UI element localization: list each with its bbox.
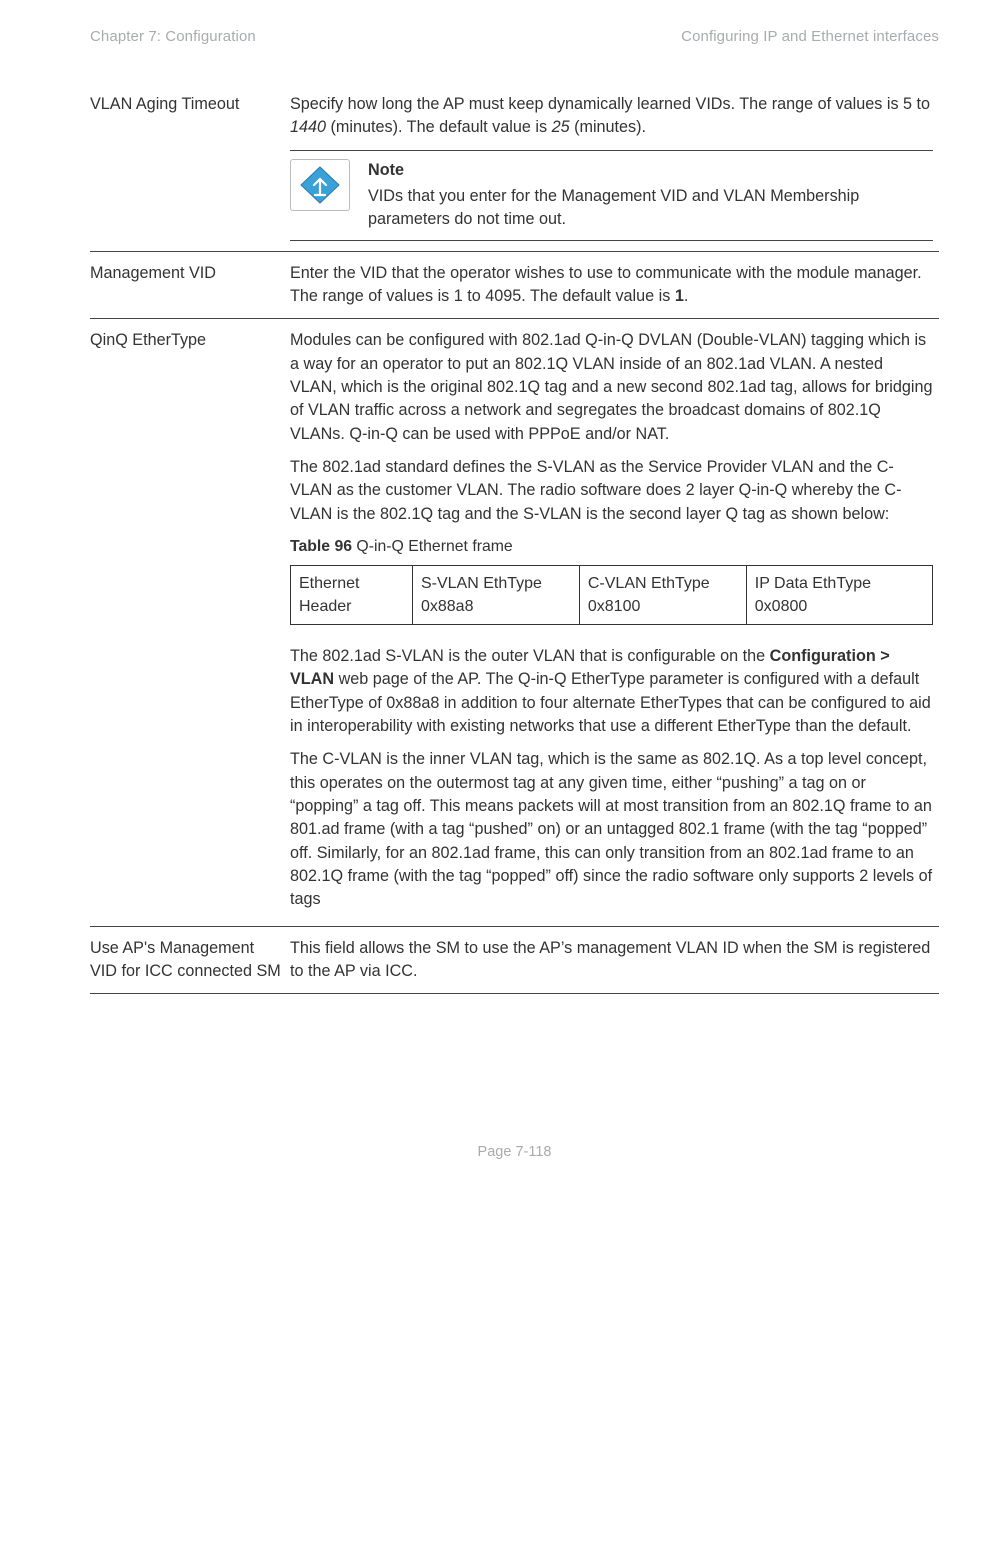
paragraph: Modules can be configured with 802.1ad Q… [290, 329, 933, 446]
row-desc: Specify how long the AP must keep dynami… [290, 83, 939, 251]
text: The 802.1ad S-VLAN is the outer VLAN tha… [290, 647, 770, 665]
note-title: Note [368, 159, 933, 182]
table-caption: Table 96 Q-in-Q Ethernet frame [290, 536, 933, 559]
row-label: QinQ EtherType [90, 319, 290, 926]
frame-cell: C-VLAN EthType 0x8100 [579, 565, 746, 624]
row-desc: Modules can be configured with 802.1ad Q… [290, 319, 939, 926]
frame-cell: IP Data EthType 0x0800 [746, 565, 932, 624]
text: Enter the VID that the operator wishes t… [290, 264, 922, 305]
text-bold: 1 [675, 287, 684, 305]
row-use-ap-mgmt-vid: Use AP's Management VID for ICC connecte… [90, 926, 939, 994]
text: . [684, 287, 689, 305]
row-label: VLAN Aging Timeout [90, 83, 290, 251]
text-italic: 25 [552, 118, 570, 136]
text: web page of the AP. The Q-in-Q EtherType… [290, 670, 931, 735]
row-label: Use AP's Management VID for ICC connecte… [90, 926, 290, 994]
page-body: Chapter 7: Configuration Configuring IP … [0, 0, 999, 1184]
note-icon [290, 159, 350, 211]
row-management-vid: Management VID Enter the VID that the op… [90, 251, 939, 319]
row-qinq-ethertype: QinQ EtherType Modules can be configured… [90, 319, 939, 926]
paragraph: The C-VLAN is the inner VLAN tag, which … [290, 748, 933, 911]
page-header: Chapter 7: Configuration Configuring IP … [90, 28, 939, 45]
parameters-table: VLAN Aging Timeout Specify how long the … [90, 83, 939, 994]
paragraph: The 802.1ad S-VLAN is the outer VLAN tha… [290, 645, 933, 738]
text: (minutes). The default value is [326, 118, 552, 136]
note-block: Note VIDs that you enter for the Managem… [290, 150, 933, 241]
header-right: Configuring IP and Ethernet interfaces [681, 28, 939, 45]
row-desc: Enter the VID that the operator wishes t… [290, 251, 939, 319]
row-desc: This field allows the SM to use the AP’s… [290, 926, 939, 994]
qinq-frame-table: Ethernet Header S-VLAN EthType 0x88a8 C-… [290, 565, 933, 625]
frame-cell: S-VLAN EthType 0x88a8 [412, 565, 579, 624]
page-footer: Page 7-118 [90, 1144, 939, 1160]
paragraph: The 802.1ad standard defines the S-VLAN … [290, 456, 933, 526]
caption-rest: Q-in-Q Ethernet frame [352, 538, 513, 555]
text: (minutes). [570, 118, 646, 136]
paragraph: Specify how long the AP must keep dynami… [290, 93, 933, 140]
frame-cell: Ethernet Header [291, 565, 413, 624]
row-label: Management VID [90, 251, 290, 319]
text: Specify how long the AP must keep dynami… [290, 95, 930, 113]
note-body: VIDs that you enter for the Management V… [368, 185, 933, 232]
header-left: Chapter 7: Configuration [90, 28, 256, 45]
row-vlan-aging-timeout: VLAN Aging Timeout Specify how long the … [90, 83, 939, 251]
note-text: Note VIDs that you enter for the Managem… [368, 159, 933, 232]
caption-bold: Table 96 [290, 538, 352, 555]
text-italic: 1440 [290, 118, 326, 136]
